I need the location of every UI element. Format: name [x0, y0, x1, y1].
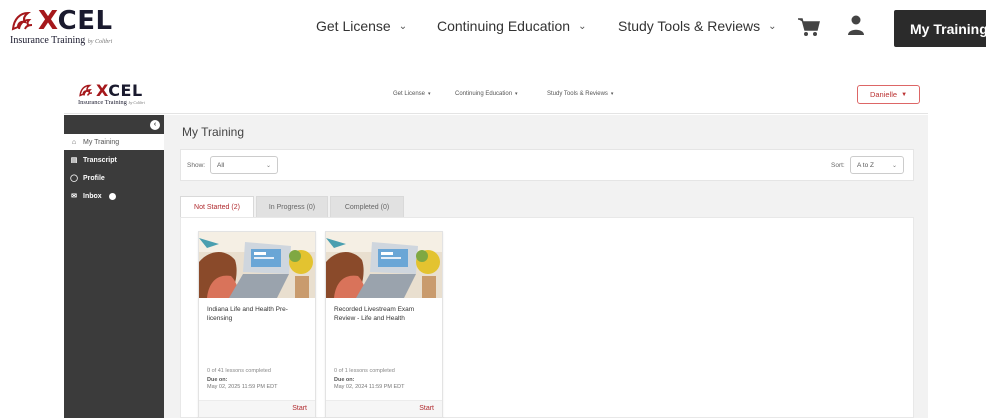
caret-down-icon: ▾	[610, 91, 614, 97]
site-header: XCEL Insurance Training by Colibri Get L…	[0, 0, 986, 58]
course-title[interactable]: Indiana Life and Health Pre-licensing	[207, 305, 307, 323]
start-button[interactable]: Start	[419, 405, 434, 412]
user-menu-label: Danielle	[869, 90, 898, 99]
course-card[interactable]: Indiana Life and Health Pre-licensing 0 …	[198, 231, 316, 418]
due-label: Due on:	[207, 377, 228, 383]
app-nav-get-license[interactable]: Get License ▾	[393, 91, 431, 97]
cart-icon[interactable]	[797, 16, 821, 38]
course-progress: 0 of 1 lessons completed	[334, 368, 395, 374]
card-footer: Start	[326, 400, 442, 417]
app-preview: XCEL Insurance Training by Colibri Get L…	[64, 76, 928, 418]
site-logo[interactable]: XCEL Insurance Training by Colibri	[10, 8, 113, 46]
due-date: May 02, 2024 11:59 PM EDT	[334, 384, 405, 390]
course-thumbnail	[199, 232, 315, 298]
tab-completed[interactable]: Completed (0)	[330, 196, 404, 217]
person-icon: ◯	[70, 175, 78, 182]
tab-in-progress[interactable]: In Progress (0)	[256, 196, 328, 217]
course-progress: 0 of 41 lessons completed	[207, 368, 271, 374]
chevron-down-icon: ⌄	[578, 20, 587, 32]
caret-down-icon: ▾	[428, 91, 431, 97]
course-thumbnail	[326, 232, 442, 298]
app-header: XCEL Insurance Training by Colibri Get L…	[64, 76, 928, 114]
user-icon[interactable]	[847, 14, 865, 36]
notification-badge	[108, 192, 116, 200]
chevron-down-icon: ⌄	[768, 20, 777, 32]
course-card[interactable]: Recorded Livestream Exam Review - Life a…	[325, 231, 443, 418]
nav-get-license[interactable]: Get License ⌄	[316, 18, 407, 34]
tab-not-started[interactable]: Not Started (2)	[180, 196, 254, 217]
sort-select[interactable]: A to Z ⌄	[850, 156, 904, 174]
logo-wordmark: XCEL	[38, 6, 113, 36]
sidebar-item-transcript[interactable]: ▤ Transcript	[64, 152, 164, 168]
home-icon: ⌂	[71, 138, 77, 146]
chevron-down-icon: ⌄	[891, 162, 897, 169]
logo-tagline: Insurance Training by Colibri	[78, 99, 145, 106]
caret-down-icon: ▾	[515, 91, 518, 97]
filter-bar: Show: All ⌄ Sort: A to Z ⌄	[180, 149, 914, 181]
chevron-down-icon: ⌄	[398, 20, 408, 32]
main-content: My Training Show: All ⌄ Sort: A to Z ⌄ N…	[164, 115, 928, 418]
sidebar: ‹ ⌂ My Training ▤ Transcript ◯ Profile ✉…	[64, 115, 164, 418]
due-label: Due on:	[334, 377, 355, 383]
nav-study-tools[interactable]: Study Tools & Reviews ⌄	[618, 18, 777, 34]
sidebar-item-my-training[interactable]: ⌂ My Training	[64, 134, 164, 150]
start-button[interactable]: Start	[292, 405, 307, 412]
lion-logo-icon	[79, 84, 93, 97]
sidebar-item-inbox[interactable]: ✉ Inbox	[64, 188, 164, 204]
app-logo[interactable]: XCEL Insurance Training by Colibri	[78, 82, 145, 106]
app-nav-study-tools[interactable]: Study Tools & Reviews ▾	[547, 91, 613, 97]
caret-down-icon: ▼	[901, 91, 908, 98]
mail-icon: ✉	[71, 193, 77, 200]
card-footer: Start	[199, 400, 315, 417]
show-select[interactable]: All ⌄	[210, 156, 278, 174]
my-training-button[interactable]: My Training	[894, 10, 986, 47]
lion-logo-icon	[11, 11, 33, 31]
sidebar-item-profile[interactable]: ◯ Profile	[64, 170, 164, 186]
nav-continuing-education[interactable]: Continuing Education ⌄	[437, 18, 587, 34]
chevron-down-icon: ⌄	[265, 162, 271, 169]
course-title[interactable]: Recorded Livestream Exam Review - Life a…	[334, 305, 434, 323]
logo-tagline: Insurance Training by Colibri	[10, 35, 113, 46]
app-nav-continuing-education[interactable]: Continuing Education ▾	[455, 91, 518, 97]
collapse-sidebar-icon[interactable]: ‹	[150, 120, 160, 130]
document-icon: ▤	[70, 157, 78, 164]
due-date: May 02, 2025 11:59 PM EDT	[207, 384, 278, 390]
page-title: My Training	[182, 125, 245, 139]
logo-wordmark: XCEL	[96, 81, 143, 100]
show-label: Show:	[187, 162, 206, 169]
sort-label: Sort:	[831, 162, 845, 169]
user-menu-dropdown[interactable]: Danielle ▼	[857, 85, 920, 104]
